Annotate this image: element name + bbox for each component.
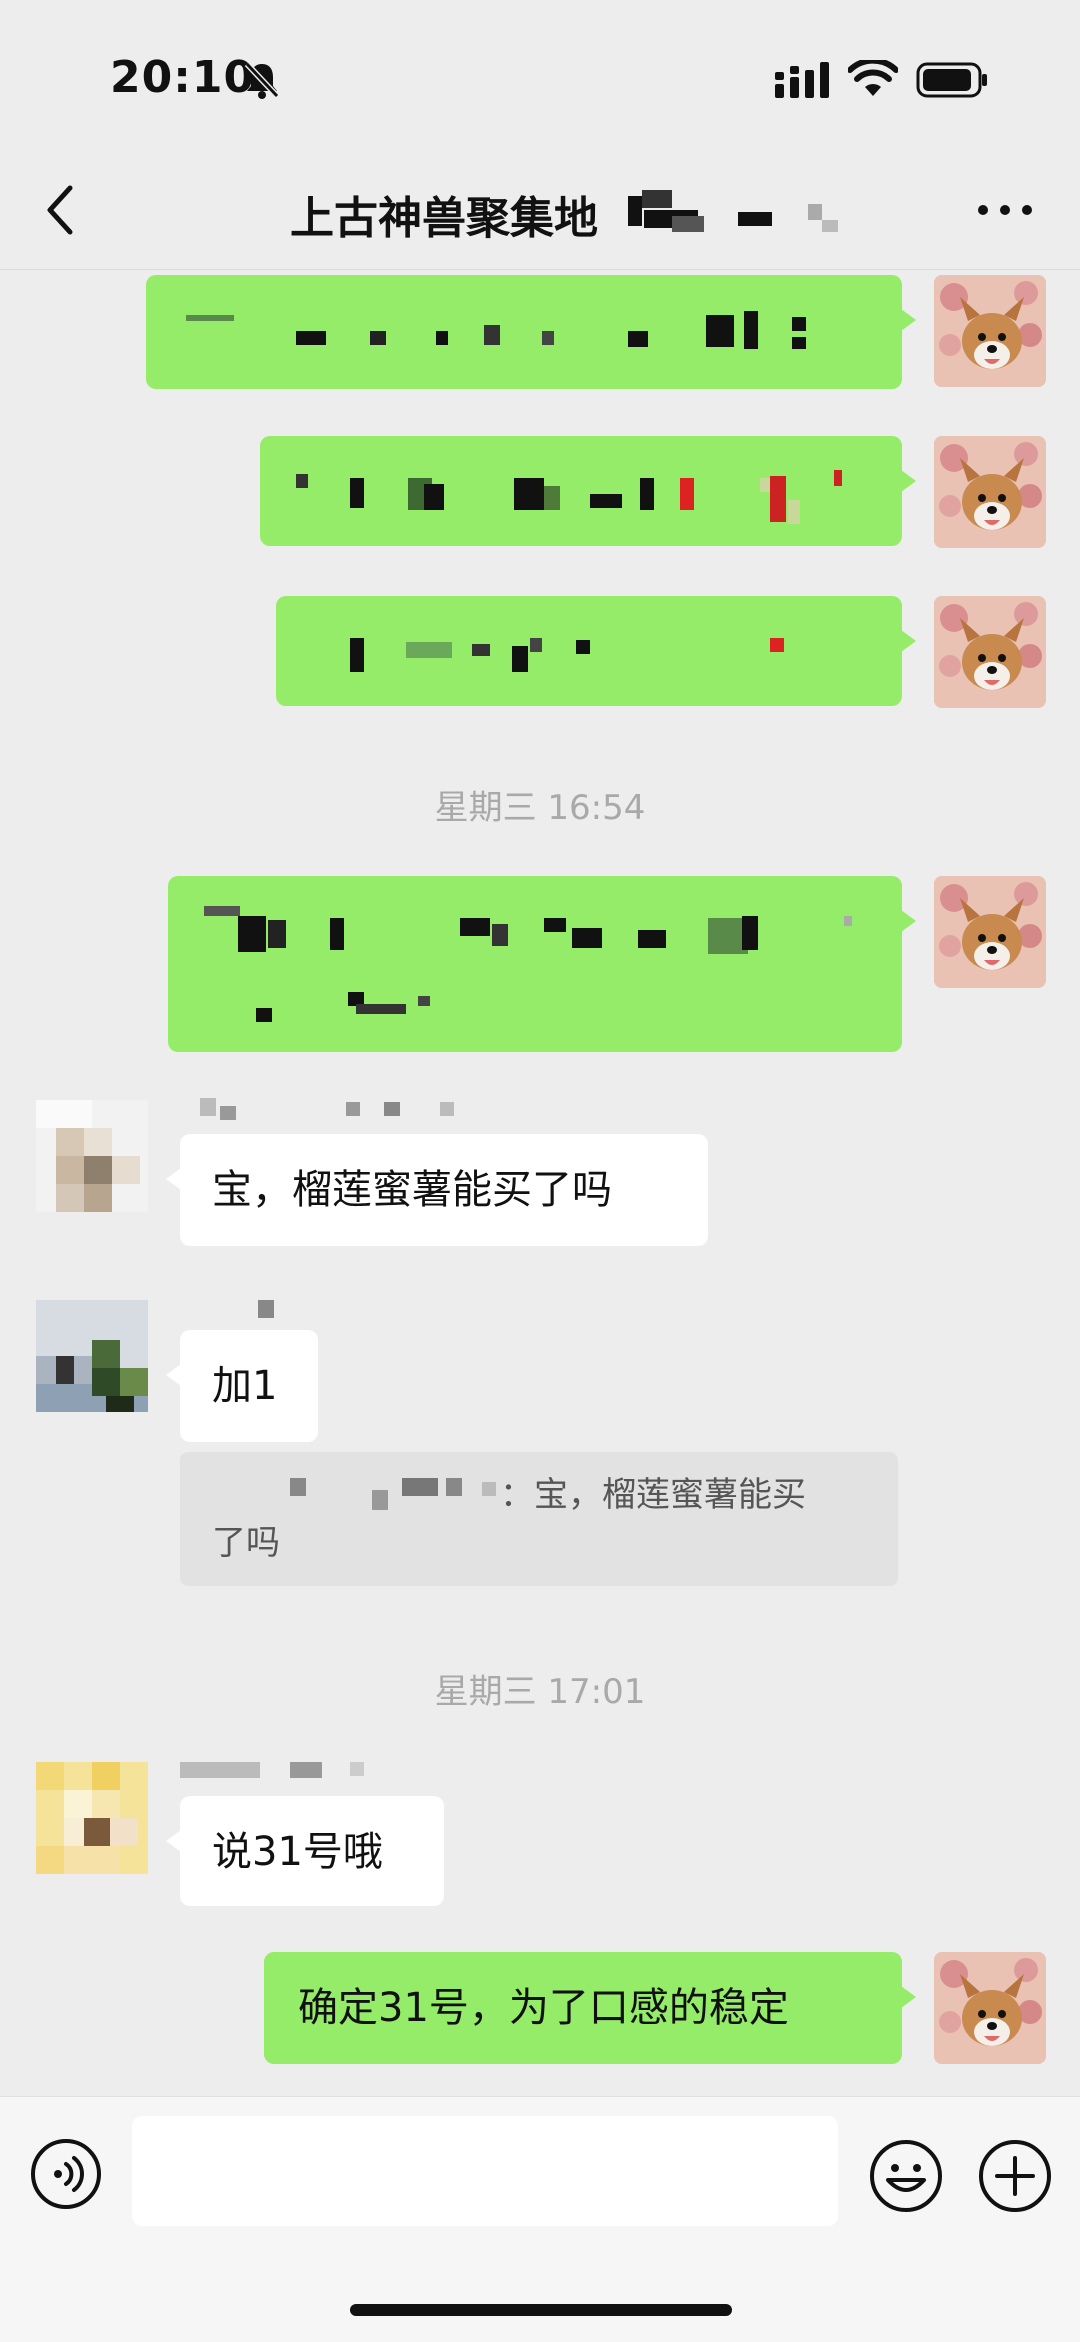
- censored-text-blur: [186, 311, 806, 349]
- self-avatar-dog[interactable]: [934, 1952, 1046, 2064]
- incoming-message-bubble[interactable]: 说31号哦: [166, 1796, 444, 1906]
- sender-name-censored: [180, 1762, 364, 1778]
- quote-text-line1: ：宝，榴莲蜜薯能买: [500, 1475, 806, 1515]
- plus-icon[interactable]: [977, 2138, 1053, 2214]
- outgoing-message-bubble[interactable]: [276, 596, 916, 706]
- outgoing-message-bubble[interactable]: [168, 876, 916, 1052]
- outgoing-message-bubble[interactable]: [146, 275, 916, 389]
- quoted-message[interactable]: ：宝，榴莲蜜薯能买 了吗: [180, 1452, 898, 1586]
- self-avatar-dog[interactable]: [934, 596, 1046, 708]
- self-avatar-dog[interactable]: [934, 876, 1046, 988]
- message-input[interactable]: [132, 2116, 838, 2226]
- outgoing-message-bubble[interactable]: [260, 436, 916, 546]
- censored-text-blur: [204, 906, 852, 1022]
- status-bar: 20:10: [0, 0, 1080, 150]
- battery-icon: [916, 62, 987, 98]
- chat-title: 上古神兽聚集地: [290, 193, 598, 244]
- timestamp: 星期三 17:01: [434, 1672, 646, 1712]
- self-avatar-dog[interactable]: [934, 436, 1046, 548]
- sender-name-censored: [200, 1098, 454, 1120]
- message-text: 确定31号，为了口感的稳定: [298, 1985, 789, 2031]
- message-text: 说31号哦: [212, 1829, 383, 1875]
- message-text: 宝，榴莲蜜薯能买了吗: [212, 1167, 612, 1213]
- home-indicator[interactable]: [350, 2304, 732, 2316]
- sender-name-censored: [258, 1300, 274, 1318]
- status-time: 20:10: [110, 52, 256, 103]
- outgoing-message-bubble[interactable]: 确定31号，为了口感的稳定: [264, 1952, 916, 2064]
- contact-avatar-pixelated[interactable]: [36, 1100, 148, 1212]
- self-avatar-dog[interactable]: [934, 275, 1046, 387]
- censored-text-blur: [296, 470, 842, 524]
- signal-icon: [775, 62, 829, 98]
- message-text: 加1: [212, 1363, 278, 1409]
- bell-muted-icon: [244, 61, 280, 99]
- incoming-message-bubble[interactable]: 加1: [166, 1330, 318, 1442]
- contact-avatar-pixelated[interactable]: [36, 1300, 148, 1412]
- quote-text-line2: 了吗: [212, 1523, 280, 1563]
- censored-text-blur: [350, 638, 784, 672]
- timestamp: 星期三 16:54: [434, 788, 646, 828]
- voice-icon[interactable]: [30, 2138, 102, 2210]
- back-chevron-icon[interactable]: [40, 180, 80, 240]
- emoji-icon[interactable]: [868, 2138, 944, 2214]
- incoming-message-bubble[interactable]: 宝，榴莲蜜薯能买了吗: [166, 1134, 708, 1246]
- more-dots-icon[interactable]: [975, 200, 1035, 220]
- title-censored-blur: [628, 190, 838, 232]
- wifi-icon: [848, 60, 898, 96]
- contact-avatar-pixelated[interactable]: [36, 1762, 148, 1874]
- chat-header: 上古神兽聚集地: [0, 150, 1080, 270]
